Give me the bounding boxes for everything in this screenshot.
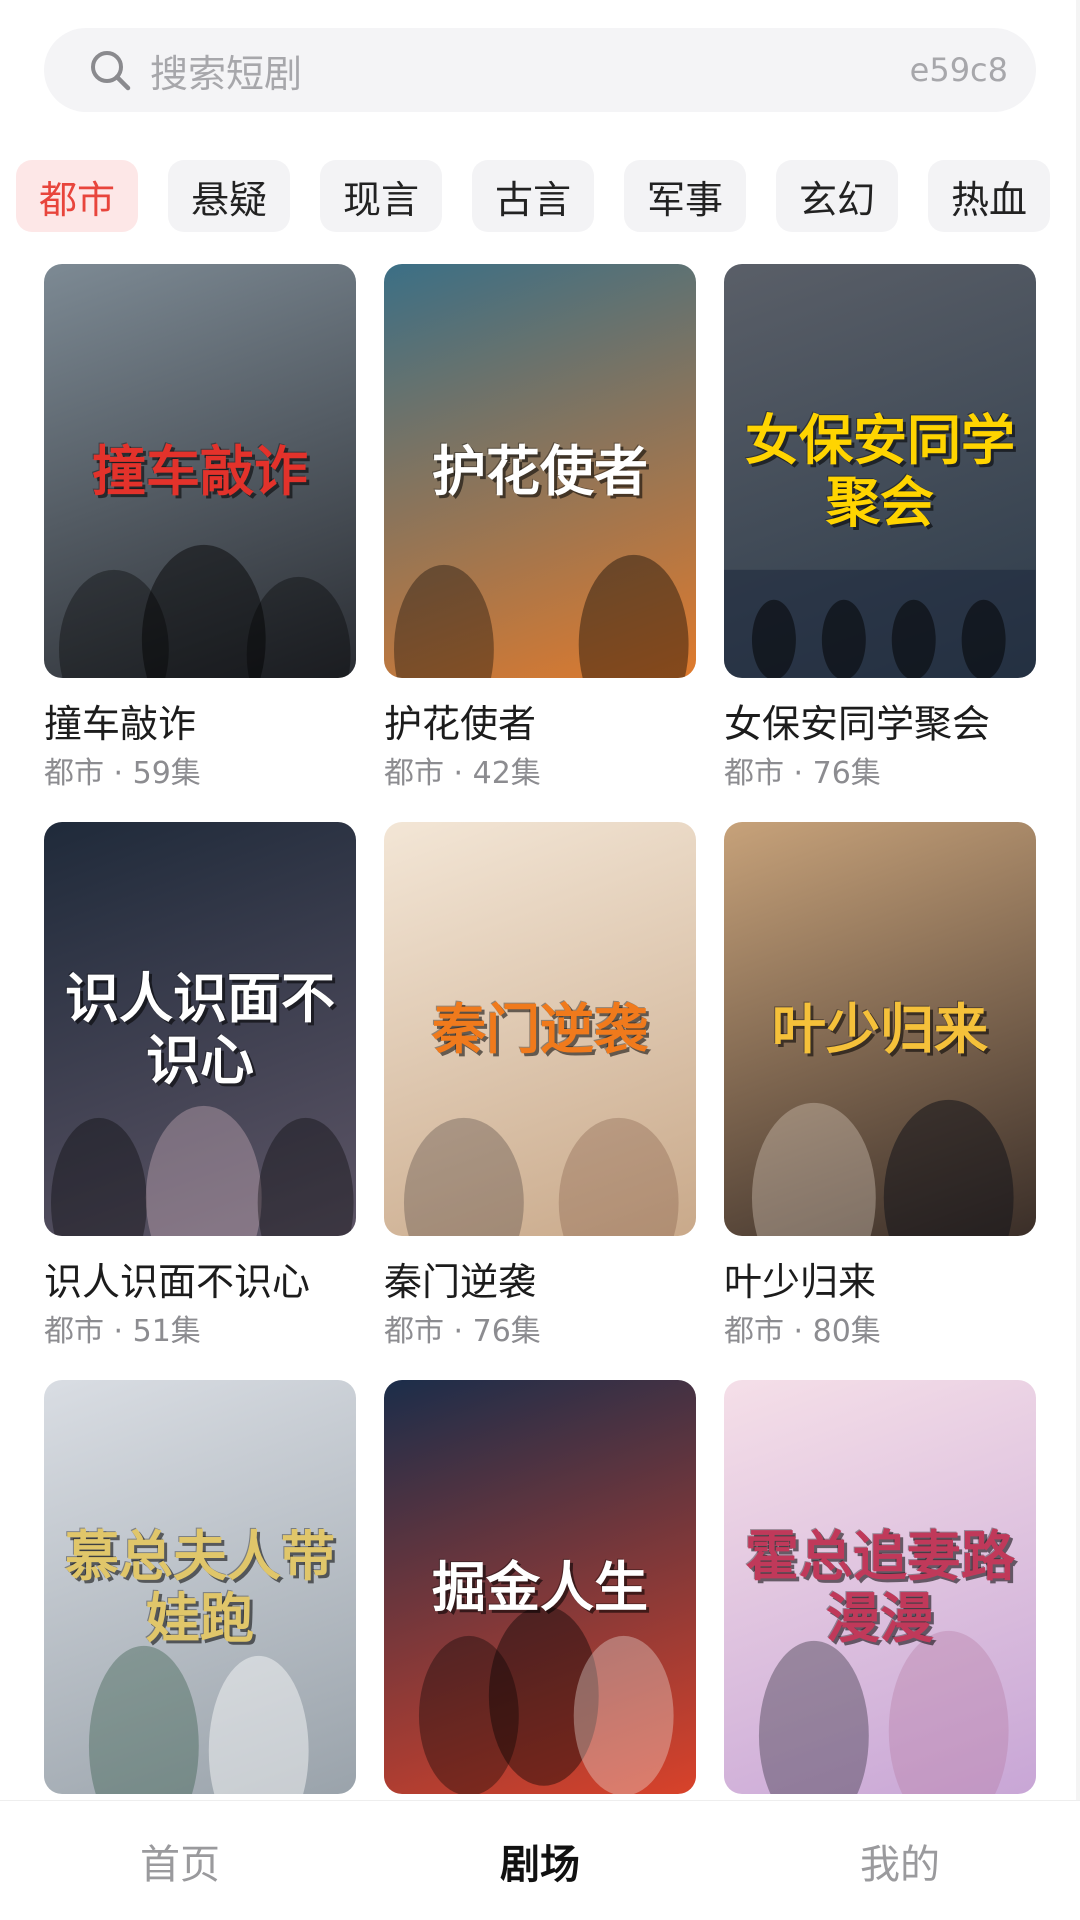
bottom-nav: 首页 剧场 我的 bbox=[0, 1800, 1080, 1920]
search-bar[interactable]: 搜索短剧 e59c8 bbox=[44, 28, 1036, 112]
drama-meta: 都市 · 80集 bbox=[724, 1314, 881, 1349]
drama-poster[interactable]: 秦门逆袭 bbox=[384, 822, 696, 1236]
drama-card[interactable]: 撞车敲诈 撞车敲诈 都市 · 59集 bbox=[44, 264, 356, 791]
category-chip[interactable]: 都市 bbox=[16, 160, 138, 232]
drama-poster[interactable]: 护花使者 bbox=[384, 264, 696, 678]
nav-mine[interactable]: 我的 bbox=[720, 1832, 1080, 1890]
drama-title[interactable]: 识人识面不识心 bbox=[44, 1258, 356, 1306]
poster-title: 护花使者 bbox=[432, 438, 648, 503]
drama-title[interactable]: 撞车敲诈 bbox=[44, 700, 356, 748]
drama-card[interactable]: 护花使者 护花使者 都市 · 42集 bbox=[384, 264, 696, 791]
drama-meta: 都市 · 76集 bbox=[384, 1314, 541, 1349]
drama-meta: 都市 · 59集 bbox=[44, 756, 201, 791]
nav-theater[interactable]: 剧场 bbox=[360, 1832, 720, 1890]
category-chip[interactable]: 军事 bbox=[624, 160, 746, 232]
search-icon bbox=[91, 51, 131, 91]
search-code: e59c8 bbox=[909, 51, 1008, 89]
drama-grid: 撞车敲诈 撞车敲诈 都市 · 59集 护花使者 护花使者 都市 · 42集 女保… bbox=[44, 264, 1036, 1902]
drama-poster[interactable]: 识人识面不识心 bbox=[44, 822, 356, 1236]
search-placeholder[interactable]: 搜索短剧 bbox=[150, 43, 910, 98]
poster-title: 撞车敲诈 bbox=[92, 438, 308, 503]
category-chip[interactable]: 热血 bbox=[928, 160, 1050, 232]
drama-poster[interactable]: 霍总追妻路漫漫 bbox=[724, 1380, 1036, 1794]
drama-poster[interactable]: 撞车敲诈 bbox=[44, 264, 356, 678]
drama-poster[interactable]: 叶少归来 bbox=[724, 822, 1036, 1236]
drama-title[interactable]: 护花使者 bbox=[384, 700, 696, 748]
poster-title: 秦门逆袭 bbox=[432, 996, 648, 1061]
scroll-edge bbox=[1076, 0, 1080, 1920]
nav-home[interactable]: 首页 bbox=[0, 1832, 360, 1890]
poster-title: 霍总追妻路漫漫 bbox=[745, 1523, 1015, 1650]
drama-meta: 都市 · 76集 bbox=[724, 756, 881, 791]
poster-title: 慕总夫人带娃跑 bbox=[65, 1523, 335, 1650]
drama-title[interactable]: 秦门逆袭 bbox=[384, 1258, 696, 1306]
category-chip[interactable]: 悬疑 bbox=[168, 160, 290, 232]
drama-title[interactable]: 女保安同学聚会 bbox=[724, 700, 1036, 748]
category-chip[interactable]: 现言 bbox=[320, 160, 442, 232]
category-chip[interactable]: 古言 bbox=[472, 160, 594, 232]
poster-title: 掘金人生 bbox=[432, 1554, 648, 1619]
poster-title: 叶少归来 bbox=[772, 996, 988, 1061]
drama-card[interactable]: 女保安同学聚会 女保安同学聚会 都市 · 76集 bbox=[724, 264, 1036, 791]
drama-meta: 都市 · 42集 bbox=[384, 756, 541, 791]
drama-title[interactable]: 叶少归来 bbox=[724, 1258, 1036, 1306]
drama-card[interactable]: 识人识面不识心 识人识面不识心 都市 · 51集 bbox=[44, 822, 356, 1349]
poster-title: 识人识面不识心 bbox=[65, 965, 335, 1092]
poster-title: 女保安同学聚会 bbox=[745, 407, 1015, 534]
drama-poster[interactable]: 女保安同学聚会 bbox=[724, 264, 1036, 678]
category-chip[interactable]: 玄幻 bbox=[776, 160, 898, 232]
category-tabs: 都市 悬疑 现言 古言 军事 玄幻 热血 bbox=[16, 160, 1080, 234]
drama-meta: 都市 · 51集 bbox=[44, 1314, 201, 1349]
drama-poster[interactable]: 掘金人生 bbox=[384, 1380, 696, 1794]
drama-card[interactable]: 叶少归来 叶少归来 都市 · 80集 bbox=[724, 822, 1036, 1349]
drama-card[interactable]: 秦门逆袭 秦门逆袭 都市 · 76集 bbox=[384, 822, 696, 1349]
drama-poster[interactable]: 慕总夫人带娃跑 bbox=[44, 1380, 356, 1794]
